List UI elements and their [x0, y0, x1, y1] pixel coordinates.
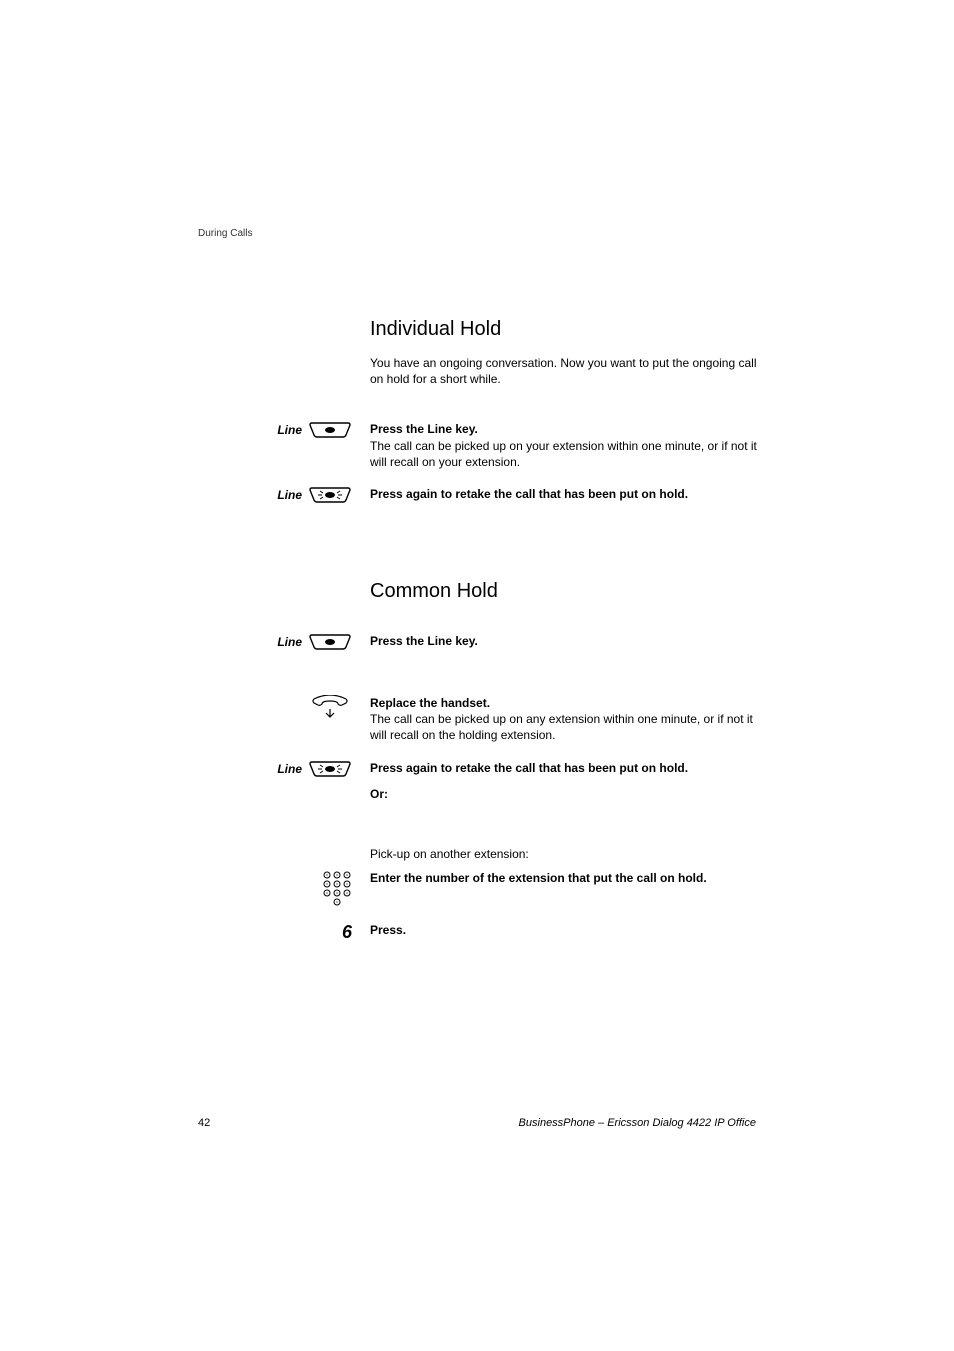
line-key-flash-icon [308, 486, 352, 504]
replace-handset-label: Replace the handset. [370, 695, 758, 711]
section-header-label: During Calls [198, 228, 252, 239]
press-again-retake-label: Press again to retake the call that has … [370, 486, 758, 502]
replace-handset-desc: The call can be picked up on any extensi… [370, 711, 758, 743]
page-content: Individual Hold You have an ongoing conv… [198, 318, 758, 959]
page-footer: 42 BusinessPhone – Ericsson Dialog 4422 … [198, 1117, 756, 1129]
individual-hold-heading: Individual Hold [370, 318, 758, 341]
or-label: Or: [370, 786, 758, 802]
line-label: Line [277, 423, 302, 437]
line-key-icon [308, 421, 352, 439]
line-key-icon [308, 633, 352, 651]
line-key-flash-icon [308, 760, 352, 778]
line-label: Line [277, 488, 302, 502]
digit-6-label: 6 [342, 922, 352, 943]
line-label: Line [277, 762, 302, 776]
handset-down-icon [308, 695, 352, 723]
enter-ext-number-label: Enter the number of the extension that p… [370, 870, 758, 886]
pickup-another-ext-text: Pick-up on another extension: [370, 846, 758, 862]
line-label: Line [277, 635, 302, 649]
keypad-icon [322, 870, 352, 906]
page-number: 42 [198, 1117, 210, 1129]
press-again-retake-label: Press again to retake the call that has … [370, 760, 758, 776]
press-line-key-desc: The call can be picked up on your extens… [370, 438, 758, 470]
footer-title: BusinessPhone – Ericsson Dialog 4422 IP … [519, 1117, 756, 1129]
press-line-key-label: Press the Line key. [370, 633, 758, 649]
press-label: Press. [370, 922, 758, 938]
press-line-key-label: Press the Line key. [370, 421, 758, 437]
common-hold-heading: Common Hold [370, 580, 758, 603]
individual-hold-intro: You have an ongoing conversation. Now yo… [370, 355, 758, 387]
